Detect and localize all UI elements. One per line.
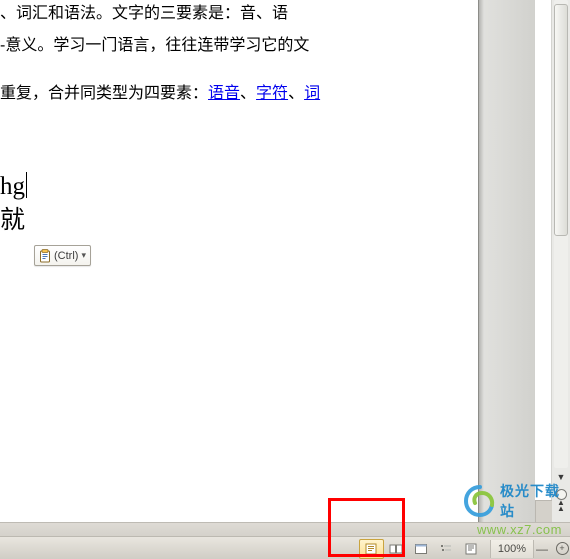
vertical-scrollbar[interactable]: ▼ ▲▲ — [551, 0, 570, 522]
zoom-in-button[interactable]: + — [554, 540, 570, 558]
typed-text-block[interactable]: hg 就 — [0, 170, 478, 238]
hyperlink[interactable]: 字符 — [256, 85, 288, 102]
swirl-icon — [462, 483, 498, 519]
full-screen-reading-view-button[interactable] — [384, 539, 409, 559]
outline-view-button[interactable] — [434, 539, 459, 559]
body-text-line: 重复，合并同类型为四要素：语音、字符、词 — [0, 80, 478, 108]
view-buttons-group — [359, 539, 484, 559]
zoom-percent-label: 100% — [498, 543, 526, 555]
watermark-brand-text: 极光下载站 — [500, 481, 562, 521]
zoom-out-button[interactable]: — — [534, 540, 550, 558]
hyperlink[interactable]: 词 — [304, 85, 320, 102]
draft-view-button[interactable] — [459, 539, 484, 559]
typed-text: hg — [0, 173, 25, 200]
plus-circle-icon: + — [556, 542, 569, 555]
book-icon — [389, 543, 403, 555]
web-icon — [414, 543, 428, 555]
status-bar: 100% — + — [0, 536, 570, 559]
outline-icon — [439, 543, 453, 555]
body-text-line: 、词汇和语法。文字的三要素是：音、语 — [0, 0, 478, 28]
watermark-url: www.xz7.com — [477, 522, 562, 537]
document-page[interactable]: 、词汇和语法。文字的三要素是：音、语 -意义。学习一门语言，往往连带学习它的文 … — [0, 0, 478, 522]
scrollbar-thumb[interactable] — [554, 4, 568, 236]
web-layout-view-button[interactable] — [409, 539, 434, 559]
zoom-level[interactable]: 100% — [490, 540, 534, 558]
typed-text: 就 — [0, 204, 478, 238]
print-layout-view-button[interactable] — [359, 539, 384, 559]
paste-options-label: (Ctrl) — [54, 250, 78, 262]
page-margin-area — [478, 0, 535, 522]
clipboard-icon — [39, 249, 51, 263]
separator: 、 — [240, 85, 256, 102]
separator: 、 — [288, 85, 304, 102]
body-text-fragment: 重复，合并同类型为四要素： — [0, 85, 208, 102]
watermark-logo: 极光下载站 — [462, 481, 562, 521]
chevron-down-icon: ▾ — [81, 250, 86, 261]
hyperlink[interactable]: 语音 — [208, 85, 240, 102]
paste-options-button[interactable]: (Ctrl) ▾ — [34, 245, 91, 266]
page-icon — [364, 543, 378, 555]
draft-icon — [464, 543, 478, 555]
text-cursor — [26, 172, 27, 198]
body-text-line: -意义。学习一门语言，往往连带学习它的文 — [0, 32, 478, 60]
minus-icon: — — [536, 542, 548, 556]
